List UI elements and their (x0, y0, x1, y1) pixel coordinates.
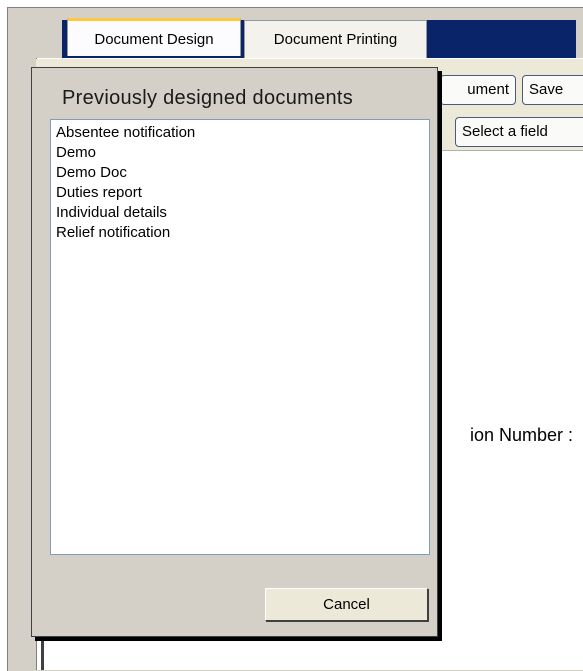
document-field-label: ion Number : (470, 425, 574, 445)
dialog-title: Previously designed documents (62, 87, 354, 109)
select-field-button[interactable]: Select a field (455, 117, 583, 147)
list-item[interactable]: Demo Doc (56, 163, 424, 183)
list-item[interactable]: Demo (56, 143, 424, 163)
list-item[interactable]: Relief notification (56, 223, 424, 243)
list-item[interactable]: Individual details (56, 203, 424, 223)
tab-document-design[interactable]: Document Design (67, 18, 241, 56)
previous-documents-dialog: Previously designed documents Absentee n… (31, 67, 438, 637)
documents-list[interactable]: Absentee notification Demo Demo Doc Duti… (50, 119, 430, 555)
tab-document-printing[interactable]: Document Printing (244, 20, 427, 58)
save-button[interactable]: Save (522, 75, 583, 105)
document-button[interactable]: ument (440, 75, 516, 105)
list-item[interactable]: Absentee notification (56, 123, 424, 143)
list-item[interactable]: Duties report (56, 183, 424, 203)
cancel-button[interactable]: Cancel (265, 588, 428, 621)
